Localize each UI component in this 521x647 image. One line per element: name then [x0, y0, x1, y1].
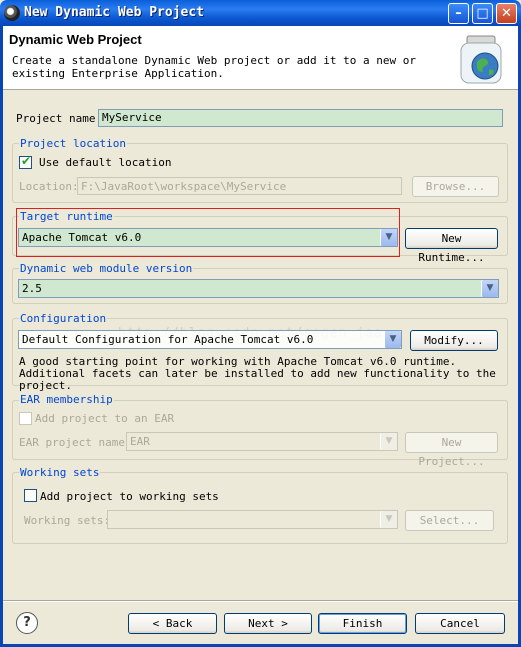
finish-button[interactable]: Finish: [318, 613, 407, 634]
working-sets-heading: Working sets: [19, 466, 101, 479]
back-button[interactable]: < Back: [128, 613, 217, 634]
use-default-location-label: Use default location: [39, 156, 172, 169]
chevron-down-icon[interactable]: ▼: [380, 433, 397, 450]
chevron-down-icon[interactable]: ▼: [384, 331, 401, 348]
project-name-label: Project name:: [16, 112, 103, 125]
module-version-heading: Dynamic web module version: [19, 262, 194, 275]
configuration-select[interactable]: Default Configuration for Apache Tomcat …: [18, 330, 402, 349]
wizard-header: Dynamic Web Project Create a standalone …: [3, 26, 518, 90]
wizard-description: Create a standalone Dynamic Web project …: [12, 54, 416, 80]
help-icon[interactable]: ?: [16, 612, 38, 634]
cancel-button[interactable]: Cancel: [415, 613, 505, 634]
working-sets-group: [12, 472, 508, 544]
configuration-heading: Configuration: [19, 312, 108, 325]
new-runtime-button[interactable]: New Runtime...: [405, 228, 498, 264]
location-input[interactable]: F:\JavaRoot\workspace\MyService: [77, 177, 402, 195]
browse-button[interactable]: Browse...: [412, 176, 499, 197]
add-to-working-sets-checkbox[interactable]: [24, 489, 37, 502]
chevron-down-icon[interactable]: ▼: [380, 511, 397, 528]
module-version-value: 2.5: [22, 282, 42, 295]
checkmark-icon: ✔: [21, 154, 32, 168]
add-to-ear-label: Add project to an EAR: [35, 412, 175, 425]
footer-separator: [3, 600, 518, 602]
new-ear-project-button[interactable]: New Project...: [405, 432, 498, 468]
ear-project-select[interactable]: EAR ▼: [126, 432, 398, 451]
ear-project-value: EAR: [130, 435, 150, 448]
eclipse-icon: [4, 5, 20, 21]
window-title: New Dynamic Web Project: [24, 5, 205, 20]
close-button[interactable]: ✕: [496, 3, 517, 24]
window-frame-left: [0, 26, 3, 647]
maximize-button[interactable]: □: [472, 3, 493, 24]
minimize-button[interactable]: –: [448, 3, 469, 24]
location-label: Location:: [19, 180, 79, 193]
select-working-sets-button[interactable]: Select...: [405, 510, 494, 531]
ear-membership-heading: EAR membership: [19, 393, 114, 406]
ear-project-name-label: EAR project name:: [19, 436, 132, 449]
chevron-down-icon[interactable]: ▼: [481, 280, 498, 297]
web-project-jar-icon: [453, 34, 511, 86]
modify-button[interactable]: Modify...: [410, 330, 498, 351]
use-default-location-checkbox[interactable]: ✔: [19, 154, 32, 169]
add-to-working-sets-label: Add project to working sets: [40, 490, 219, 503]
configuration-description: A good starting point for working with A…: [19, 355, 496, 392]
project-location-heading: Project location: [19, 137, 127, 150]
working-sets-select[interactable]: ▼: [107, 510, 398, 529]
configuration-value: Default Configuration for Apache Tomcat …: [22, 333, 314, 346]
add-to-ear-checkbox[interactable]: [19, 412, 32, 425]
next-button[interactable]: Next >: [224, 613, 312, 634]
module-version-select[interactable]: 2.5 ▼: [18, 279, 499, 298]
project-name-input[interactable]: MyService: [98, 109, 503, 127]
working-sets-label: Working sets:: [24, 514, 111, 527]
wizard-title: Dynamic Web Project: [9, 32, 142, 47]
highlight-annotation: [16, 208, 400, 257]
